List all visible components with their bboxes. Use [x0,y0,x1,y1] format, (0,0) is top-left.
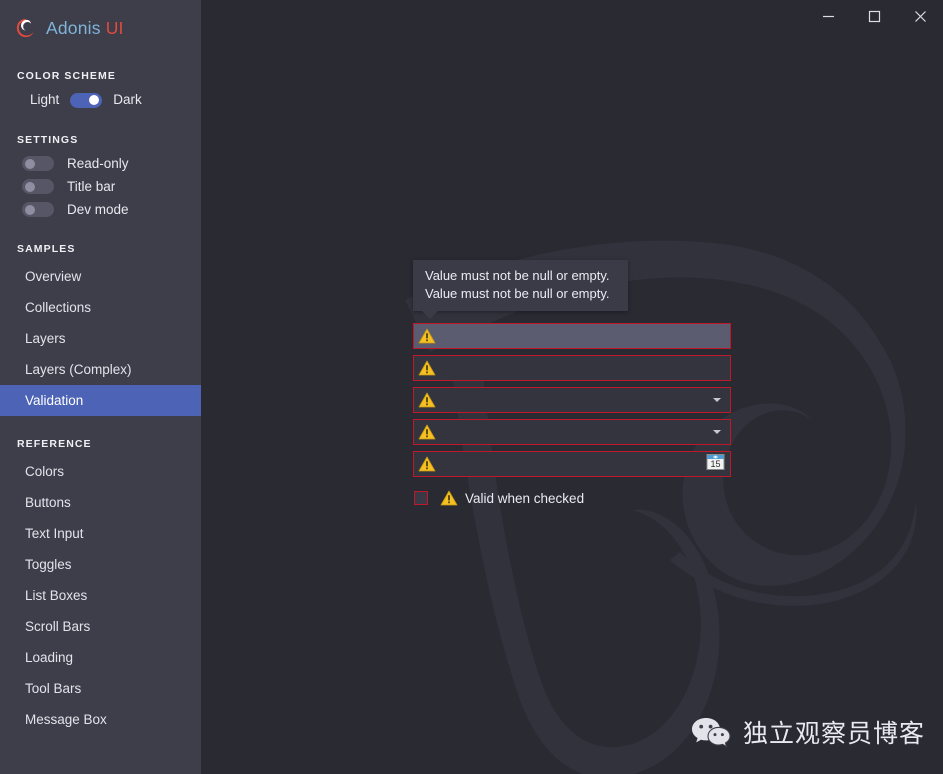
calendar-day-number: 15 [710,459,720,469]
sidebar-item-list-boxes[interactable]: List Boxes [0,580,201,611]
setting-dev-mode[interactable]: Dev mode [0,198,201,221]
setting-read-only[interactable]: Read-only [0,152,201,175]
maximize-button[interactable] [851,0,897,32]
color-scheme-toggle-row: Light Dark [0,88,201,112]
warning-icon [418,392,436,408]
sidebar-item-loading[interactable]: Loading [0,642,201,673]
title-bar-switch[interactable] [22,179,54,194]
sidebar: Adonis UI COLOR SCHEME Light Dark SETTING… [0,0,201,774]
warning-icon [440,490,458,506]
logo-text-secondary: UI [105,17,124,38]
setting-label: Title bar [67,179,116,194]
validation-tooltip: Value must not be null or empty. Value m… [413,260,628,319]
calendar-icon[interactable]: 15 [706,452,725,476]
watermark-text: 独立观察员博客 [742,720,925,748]
samples-nav-group: Overview Collections Layers Layers (Comp… [0,261,201,416]
warning-icon [418,328,436,344]
close-button[interactable] [897,0,943,32]
blog-watermark: 独立观察员博客 [690,714,925,750]
close-icon [914,10,926,22]
color-scheme-light-label: Light [30,92,60,108]
validation-form: Value must not be null or empty. Value m… [413,260,733,508]
titlebar-window-controls [805,0,943,32]
color-scheme-dark-label: Dark [113,92,142,108]
validation-checkbox-row[interactable]: Valid when checked [413,488,733,508]
setting-label: Dev mode [67,202,129,217]
read-only-switch[interactable] [22,156,54,171]
setting-title-bar[interactable]: Title bar [0,175,201,198]
switch-knob [25,181,35,192]
app-window: Adonis UI COLOR SCHEME Light Dark SETTING… [0,0,943,774]
sidebar-item-tool-bars[interactable]: Tool Bars [0,673,201,704]
sidebar-item-layers[interactable]: Layers [0,323,201,354]
sidebar-item-scroll-bars[interactable]: Scroll Bars [0,611,201,642]
chevron-down-icon[interactable] [713,398,721,402]
sidebar-item-validation[interactable]: Validation [0,385,201,416]
switch-knob [25,158,35,169]
sidebar-item-text-input[interactable]: Text Input [0,518,201,549]
sidebar-item-buttons[interactable]: Buttons [0,487,201,518]
combobox-field-1[interactable] [413,387,731,413]
section-heading-reference: REFERENCE [17,438,92,450]
textbox-field-2[interactable] [413,355,731,381]
tooltip-arrow-icon [422,311,438,319]
setting-label: Read-only [67,156,129,171]
sidebar-item-collections[interactable]: Collections [0,292,201,323]
sidebar-item-message-box[interactable]: Message Box [0,704,201,735]
sidebar-item-colors[interactable]: Colors [0,456,201,487]
warning-icon [418,456,436,472]
sidebar-item-toggles[interactable]: Toggles [0,549,201,580]
chevron-down-icon[interactable] [713,430,721,434]
reference-nav-group: Colors Buttons Text Input Toggles List B… [0,456,201,735]
wechat-icon [691,718,731,748]
tooltip-line-2: Value must not be null or empty. [425,286,610,301]
tooltip-line-1: Value must not be null or empty. [425,268,610,283]
switch-knob [89,95,100,105]
combobox-field-2[interactable] [413,419,731,445]
datepicker-field[interactable]: 15 [413,451,731,477]
sidebar-item-overview[interactable]: Overview [0,261,201,292]
minimize-button[interactable] [805,0,851,32]
logo-text-primary: Adonis [46,17,101,38]
section-heading-color-scheme: COLOR SCHEME [17,70,116,82]
app-logo: Adonis UI [0,8,201,48]
color-scheme-switch[interactable] [70,92,103,108]
warning-icon [418,360,436,376]
section-heading-settings: SETTINGS [17,134,79,146]
sidebar-item-layers-complex[interactable]: Layers (Complex) [0,354,201,385]
maximize-icon [868,10,880,22]
warning-icon [418,424,436,440]
textbox-field-1[interactable] [413,323,731,349]
minimize-icon [822,15,834,17]
section-heading-samples: SAMPLES [17,243,76,255]
checkbox-label: Valid when checked [465,490,585,506]
dev-mode-switch[interactable] [22,202,54,217]
valid-when-checked-checkbox[interactable] [414,491,428,505]
adonis-logo-icon [16,18,34,38]
switch-knob [25,204,35,215]
